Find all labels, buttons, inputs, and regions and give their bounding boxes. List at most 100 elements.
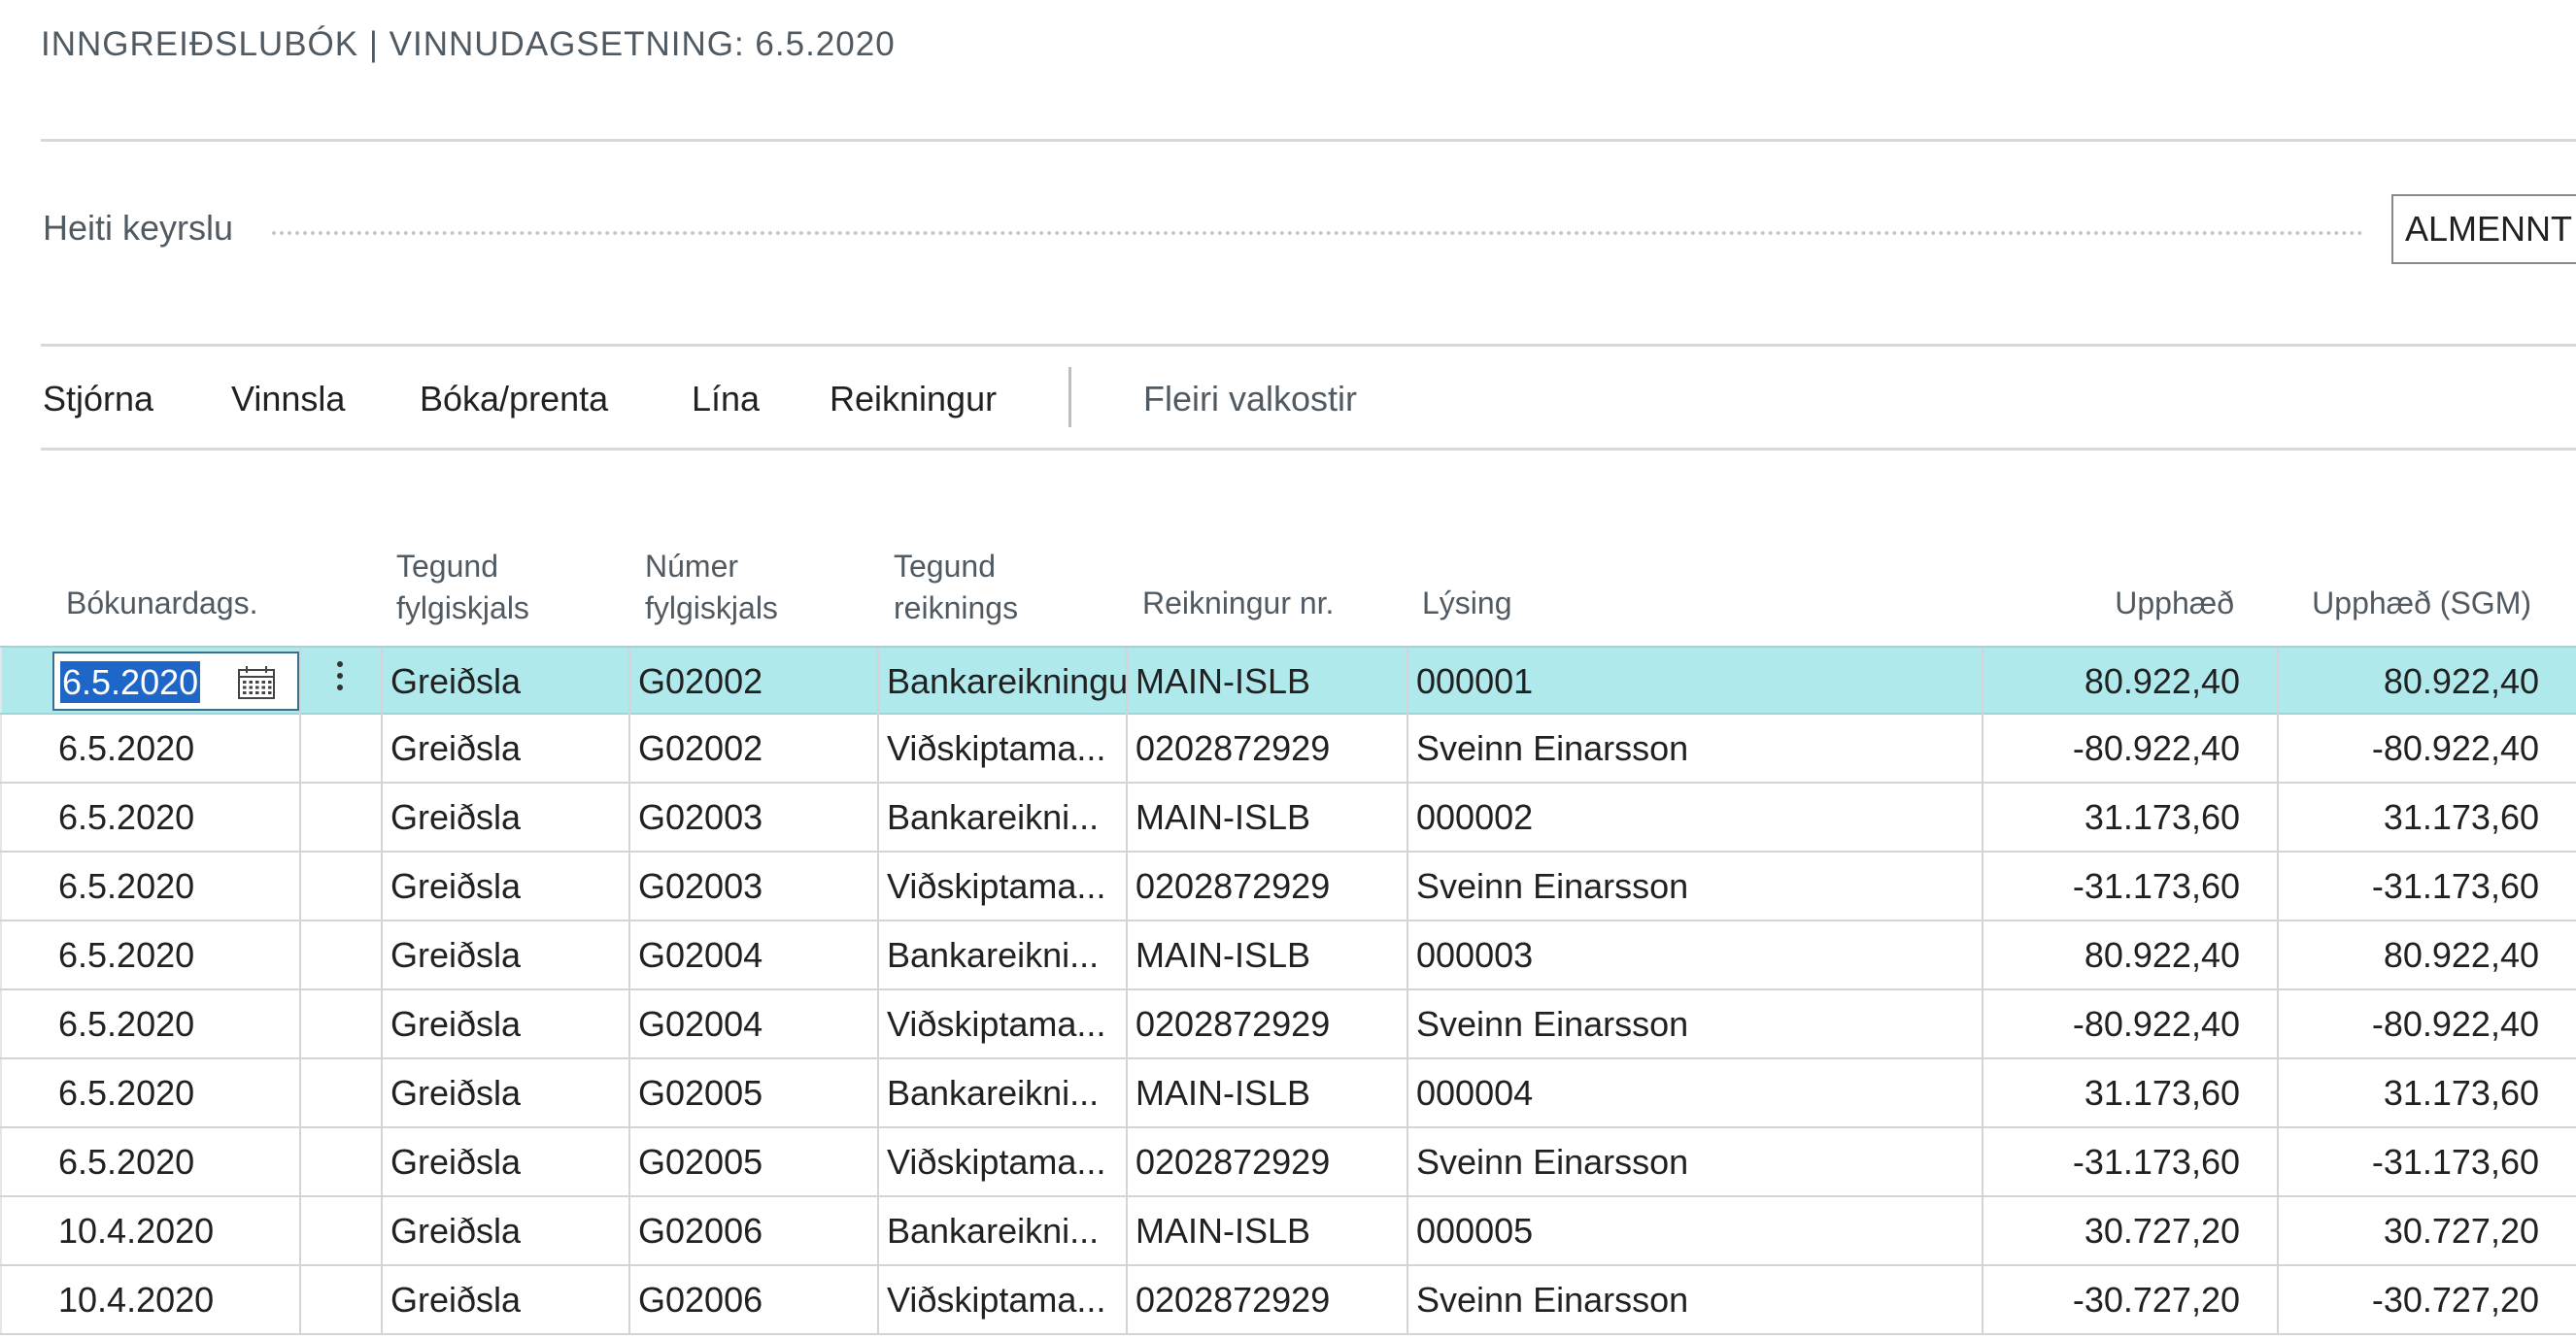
action-post-print[interactable]: Bóka/prenta xyxy=(420,379,608,419)
cell-amount-lcy[interactable]: -31.173,60 xyxy=(2277,1128,2576,1195)
table-row[interactable]: 6.5.2020 Greiðsla G02005 Viðskiptama... 0202… xyxy=(0,1128,2576,1197)
cell-doc-no[interactable]: G02002 xyxy=(628,715,877,782)
action-process[interactable]: Vinnsla xyxy=(231,379,345,419)
posting-date-input-value[interactable]: 6.5.2020 xyxy=(60,661,201,703)
cell-doc-no[interactable]: G02004 xyxy=(628,990,877,1057)
cell-account-no[interactable]: MAIN-ISLB xyxy=(1126,1059,1407,1126)
cell-amount-lcy[interactable]: -80.922,40 xyxy=(2277,715,2576,782)
table-row[interactable]: 6.5.2020 Greiðsla G02004 Viðskiptama... 0202… xyxy=(0,990,2576,1059)
cell-account-type[interactable]: Viðskiptama... xyxy=(877,990,1126,1057)
table-row[interactable]: 6.5.2020 Greiðsla G02002 Bankareikningur MAI… xyxy=(0,646,2576,715)
cell-description[interactable]: Sveinn Einarsson xyxy=(1407,1266,1982,1333)
cell-account-no[interactable]: MAIN-ISLB xyxy=(1126,1197,1407,1264)
cell-doc-type[interactable]: Greiðsla xyxy=(381,784,628,851)
cell-account-no[interactable]: 0202872929 xyxy=(1126,1128,1407,1195)
cell-description[interactable]: 000003 xyxy=(1407,921,1982,988)
cell-account-type[interactable]: Viðskiptama... xyxy=(877,715,1126,782)
table-row[interactable]: 6.5.2020 Greiðsla G02004 Bankareikni... MAIN… xyxy=(0,921,2576,990)
cell-doc-no[interactable]: G02006 xyxy=(628,1197,877,1264)
cell-doc-type[interactable]: Greiðsla xyxy=(381,853,628,920)
cell-amount[interactable]: -80.922,40 xyxy=(1982,990,2277,1057)
posting-date-editor[interactable]: 6.5.2020 xyxy=(52,652,299,711)
col-header-account-type[interactable]: Tegund reiknings xyxy=(894,546,1018,629)
table-row[interactable]: 6.5.2020 Greiðsla G02005 Bankareikni... MAIN… xyxy=(0,1059,2576,1128)
col-header-posting-date[interactable]: Bókunardags. xyxy=(66,583,257,624)
cell-account-no[interactable]: MAIN-ISLB xyxy=(1126,921,1407,988)
col-header-doc-no[interactable]: Númer fylgiskjals xyxy=(645,546,778,629)
cell-account-no[interactable]: MAIN-ISLB xyxy=(1126,784,1407,851)
cell-account-type[interactable]: Bankareikni... xyxy=(877,1197,1126,1264)
batch-name-input[interactable]: ALMENNT xyxy=(2391,194,2576,264)
cell-doc-type[interactable]: Greiðsla xyxy=(381,648,628,715)
cell-amount[interactable]: 80.922,40 xyxy=(1982,921,2277,988)
cell-amount[interactable]: 30.727,20 xyxy=(1982,1197,2277,1264)
cell-account-type[interactable]: Bankareikni... xyxy=(877,784,1126,851)
col-header-amount[interactable]: Upphæð xyxy=(1982,583,2234,624)
cell-description[interactable]: Sveinn Einarsson xyxy=(1407,990,1982,1057)
cell-amount[interactable]: 31.173,60 xyxy=(1982,784,2277,851)
cell-account-no[interactable]: 0202872929 xyxy=(1126,715,1407,782)
cell-posting-date[interactable]: 6.5.2020 xyxy=(51,1059,301,1126)
cell-posting-date[interactable]: 6.5.2020 xyxy=(51,715,301,782)
cell-amount-lcy[interactable]: -31.173,60 xyxy=(2277,853,2576,920)
col-header-account-no[interactable]: Reikningur nr. xyxy=(1142,583,1334,624)
cell-doc-no[interactable]: G02005 xyxy=(628,1128,877,1195)
cell-description[interactable]: 000004 xyxy=(1407,1059,1982,1126)
cell-account-no[interactable]: 0202872929 xyxy=(1126,1266,1407,1333)
action-manage[interactable]: Stjórna xyxy=(43,379,153,419)
cell-amount-lcy[interactable]: -80.922,40 xyxy=(2277,990,2576,1057)
cell-doc-no[interactable]: G02002 xyxy=(628,648,877,715)
table-row[interactable]: 6.5.2020 Greiðsla G02003 Viðskiptama... 0202… xyxy=(0,853,2576,921)
cell-amount-lcy[interactable]: -30.727,20 xyxy=(2277,1266,2576,1333)
cell-posting-date[interactable]: 6.5.2020 xyxy=(51,853,301,920)
cell-doc-type[interactable]: Greiðsla xyxy=(381,921,628,988)
cell-account-type[interactable]: Bankareikni... xyxy=(877,921,1126,988)
cell-doc-type[interactable]: Greiðsla xyxy=(381,990,628,1057)
cell-doc-type[interactable]: Greiðsla xyxy=(381,1266,628,1333)
cell-description[interactable]: Sveinn Einarsson xyxy=(1407,715,1982,782)
cell-doc-type[interactable]: Greiðsla xyxy=(381,1128,628,1195)
cell-posting-date[interactable]: 10.4.2020 xyxy=(51,1266,301,1333)
cell-amount-lcy[interactable]: 80.922,40 xyxy=(2277,921,2576,988)
cell-amount-lcy[interactable]: 31.173,60 xyxy=(2277,784,2576,851)
cell-amount[interactable]: 80.922,40 xyxy=(1982,648,2277,715)
cell-doc-type[interactable]: Greiðsla xyxy=(381,1197,628,1264)
cell-description[interactable]: 000001 xyxy=(1407,648,1982,715)
cell-description[interactable]: 000002 xyxy=(1407,784,1982,851)
row-actions-icon[interactable] xyxy=(330,657,350,706)
cell-doc-no[interactable]: G02006 xyxy=(628,1266,877,1333)
cell-posting-date[interactable]: 10.4.2020 xyxy=(51,1197,301,1264)
cell-amount[interactable]: -30.727,20 xyxy=(1982,1266,2277,1333)
cell-amount[interactable]: -31.173,60 xyxy=(1982,1128,2277,1195)
cell-description[interactable]: Sveinn Einarsson xyxy=(1407,853,1982,920)
cell-amount-lcy[interactable]: 30.727,20 xyxy=(2277,1197,2576,1264)
table-row[interactable]: 6.5.2020 Greiðsla G02003 Bankareikni... MAIN… xyxy=(0,784,2576,853)
cell-account-type[interactable]: Viðskiptama... xyxy=(877,1266,1126,1333)
cell-account-type[interactable]: Viðskiptama... xyxy=(877,853,1126,920)
col-header-description[interactable]: Lýsing xyxy=(1422,583,1512,624)
cell-posting-date[interactable]: 6.5.2020 xyxy=(51,990,301,1057)
cell-doc-no[interactable]: G02003 xyxy=(628,853,877,920)
calendar-icon[interactable] xyxy=(237,665,276,700)
cell-posting-date[interactable]: 6.5.2020 xyxy=(51,1128,301,1195)
cell-account-type[interactable]: Viðskiptama... xyxy=(877,1128,1126,1195)
cell-doc-type[interactable]: Greiðsla xyxy=(381,1059,628,1126)
cell-amount-lcy[interactable]: 31.173,60 xyxy=(2277,1059,2576,1126)
cell-account-no[interactable]: 0202872929 xyxy=(1126,990,1407,1057)
cell-account-type[interactable]: Bankareikningur xyxy=(877,648,1126,715)
cell-account-no[interactable]: 0202872929 xyxy=(1126,853,1407,920)
cell-posting-date[interactable]: 6.5.2020 xyxy=(51,784,301,851)
table-row[interactable]: 6.5.2020 Greiðsla G02002 Viðskiptama... 0202… xyxy=(0,715,2576,784)
action-more-options[interactable]: Fleiri valkostir xyxy=(1143,379,1357,419)
cell-doc-type[interactable]: Greiðsla xyxy=(381,715,628,782)
table-row[interactable]: 10.4.2020 Greiðsla G02006 Bankareikni... MAI… xyxy=(0,1197,2576,1266)
cell-amount[interactable]: -31.173,60 xyxy=(1982,853,2277,920)
cell-amount[interactable]: -80.922,40 xyxy=(1982,715,2277,782)
cell-amount[interactable]: 31.173,60 xyxy=(1982,1059,2277,1126)
col-header-amount-lcy[interactable]: Upphæð (SGM) xyxy=(2273,583,2531,624)
action-line[interactable]: Lína xyxy=(692,379,760,419)
cell-description[interactable]: 000005 xyxy=(1407,1197,1982,1264)
action-account[interactable]: Reikningur xyxy=(830,379,997,419)
cell-amount-lcy[interactable]: 80.922,40 xyxy=(2277,648,2576,715)
cell-doc-no[interactable]: G02005 xyxy=(628,1059,877,1126)
